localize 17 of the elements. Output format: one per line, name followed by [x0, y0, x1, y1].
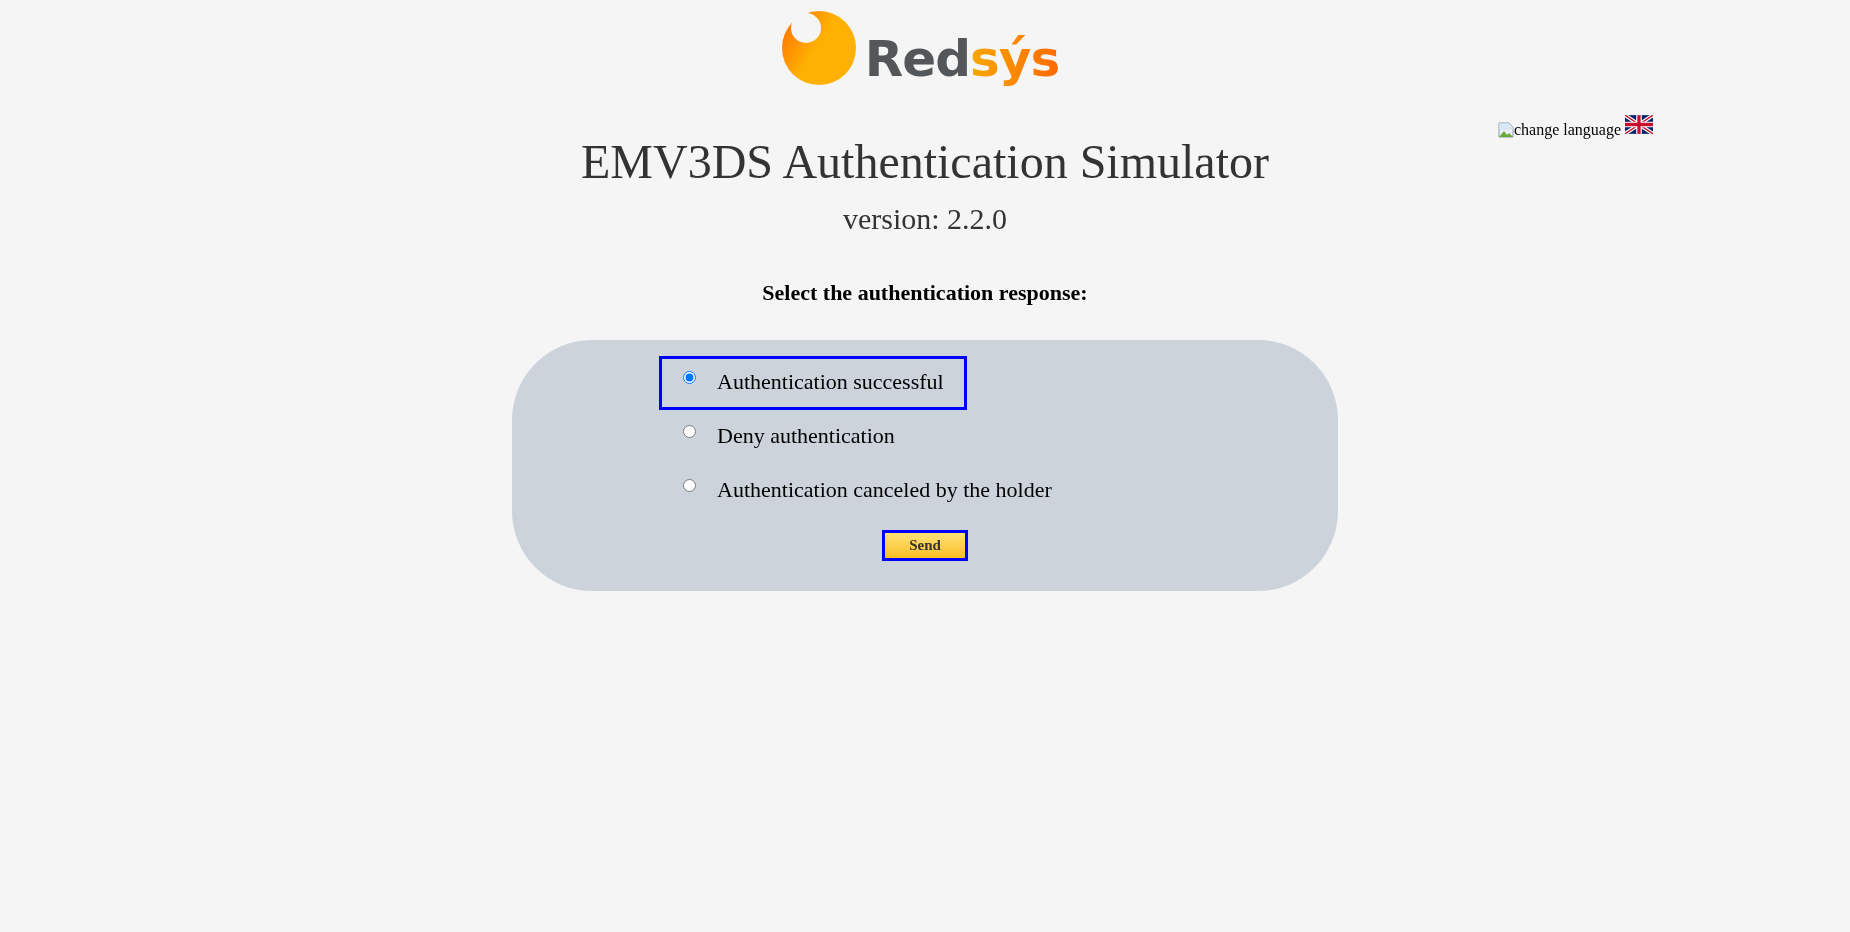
logo-icon [780, 10, 857, 86]
radio-button[interactable] [683, 371, 696, 385]
page-title: EMV3DS Authentication Simulator [580, 136, 1270, 189]
radio-button[interactable] [683, 425, 696, 439]
option-label: Authentication canceled by the holder [717, 476, 1052, 503]
send-button[interactable]: Send [882, 529, 968, 561]
language-link[interactable]: change language [1514, 121, 1622, 139]
prompt-text: Select the authentication response: [761, 279, 1089, 306]
flag-icon[interactable] [1625, 114, 1654, 134]
option-row[interactable]: Deny authentication [659, 409, 918, 464]
option-row[interactable]: Authentication canceled by the holder [659, 463, 1075, 518]
option-label: Deny authentication [717, 422, 895, 449]
option-row[interactable]: Authentication successful [659, 355, 967, 410]
version-text: version: 2.2.0 [841, 201, 1009, 236]
radio-button[interactable] [683, 479, 696, 493]
option-label: Authentication successful [717, 368, 944, 395]
broken-image-icon [1498, 122, 1514, 138]
